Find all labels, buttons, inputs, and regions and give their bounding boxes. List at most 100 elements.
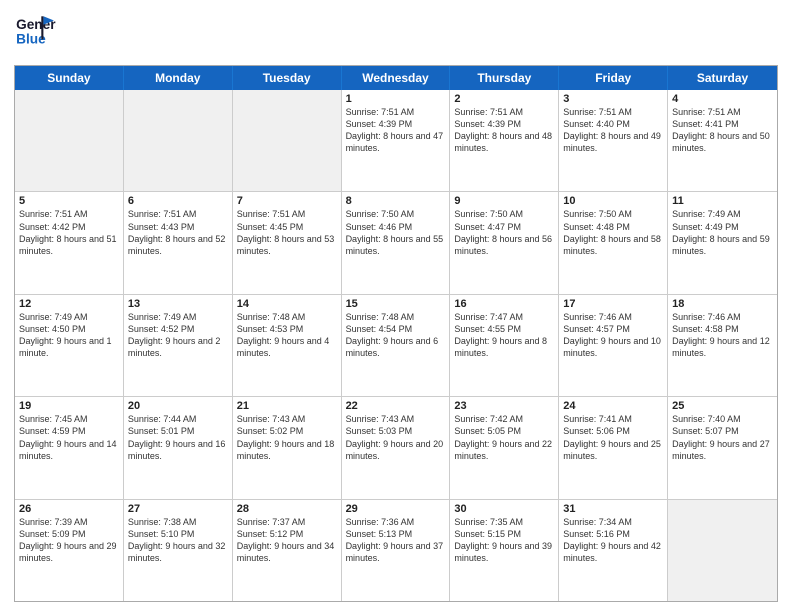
weekday-header: Wednesday [342,66,451,90]
calendar-body: 1Sunrise: 7:51 AM Sunset: 4:39 PM Daylig… [15,90,777,601]
calendar-cell: 30Sunrise: 7:35 AM Sunset: 5:15 PM Dayli… [450,500,559,601]
cell-info: Sunrise: 7:43 AM Sunset: 5:02 PM Dayligh… [237,413,337,462]
calendar-cell: 22Sunrise: 7:43 AM Sunset: 5:03 PM Dayli… [342,397,451,498]
cell-info: Sunrise: 7:37 AM Sunset: 5:12 PM Dayligh… [237,516,337,565]
day-number: 5 [19,195,119,207]
calendar-cell: 11Sunrise: 7:49 AM Sunset: 4:49 PM Dayli… [668,192,777,293]
calendar-cell: 14Sunrise: 7:48 AM Sunset: 4:53 PM Dayli… [233,295,342,396]
calendar-row: 26Sunrise: 7:39 AM Sunset: 5:09 PM Dayli… [15,500,777,601]
calendar: SundayMondayTuesdayWednesdayThursdayFrid… [14,65,778,602]
calendar-cell: 10Sunrise: 7:50 AM Sunset: 4:48 PM Dayli… [559,192,668,293]
day-number: 7 [237,195,337,207]
cell-info: Sunrise: 7:51 AM Sunset: 4:42 PM Dayligh… [19,208,119,257]
calendar-cell: 4Sunrise: 7:51 AM Sunset: 4:41 PM Daylig… [668,90,777,191]
weekday-header: Thursday [450,66,559,90]
cell-info: Sunrise: 7:49 AM Sunset: 4:50 PM Dayligh… [19,311,119,360]
calendar-cell: 26Sunrise: 7:39 AM Sunset: 5:09 PM Dayli… [15,500,124,601]
day-number: 29 [346,503,446,515]
calendar-cell: 21Sunrise: 7:43 AM Sunset: 5:02 PM Dayli… [233,397,342,498]
calendar-cell [233,90,342,191]
calendar-cell: 9Sunrise: 7:50 AM Sunset: 4:47 PM Daylig… [450,192,559,293]
cell-info: Sunrise: 7:51 AM Sunset: 4:39 PM Dayligh… [346,106,446,155]
calendar-cell: 1Sunrise: 7:51 AM Sunset: 4:39 PM Daylig… [342,90,451,191]
calendar-cell: 2Sunrise: 7:51 AM Sunset: 4:39 PM Daylig… [450,90,559,191]
calendar-cell [124,90,233,191]
day-number: 11 [672,195,773,207]
calendar-row: 12Sunrise: 7:49 AM Sunset: 4:50 PM Dayli… [15,295,777,397]
cell-info: Sunrise: 7:42 AM Sunset: 5:05 PM Dayligh… [454,413,554,462]
calendar-cell [668,500,777,601]
calendar-cell: 7Sunrise: 7:51 AM Sunset: 4:45 PM Daylig… [233,192,342,293]
day-number: 3 [563,93,663,105]
day-number: 24 [563,400,663,412]
calendar-cell: 29Sunrise: 7:36 AM Sunset: 5:13 PM Dayli… [342,500,451,601]
calendar-cell: 13Sunrise: 7:49 AM Sunset: 4:52 PM Dayli… [124,295,233,396]
cell-info: Sunrise: 7:51 AM Sunset: 4:45 PM Dayligh… [237,208,337,257]
cell-info: Sunrise: 7:48 AM Sunset: 4:54 PM Dayligh… [346,311,446,360]
cell-info: Sunrise: 7:50 AM Sunset: 4:47 PM Dayligh… [454,208,554,257]
calendar-cell: 23Sunrise: 7:42 AM Sunset: 5:05 PM Dayli… [450,397,559,498]
weekday-header: Saturday [668,66,777,90]
day-number: 30 [454,503,554,515]
day-number: 19 [19,400,119,412]
calendar-cell: 12Sunrise: 7:49 AM Sunset: 4:50 PM Dayli… [15,295,124,396]
calendar-row: 1Sunrise: 7:51 AM Sunset: 4:39 PM Daylig… [15,90,777,192]
calendar-cell [15,90,124,191]
page: General Blue SundayMondayTuesdayWednesda… [0,0,792,612]
day-number: 20 [128,400,228,412]
day-number: 1 [346,93,446,105]
cell-info: Sunrise: 7:46 AM Sunset: 4:57 PM Dayligh… [563,311,663,360]
day-number: 22 [346,400,446,412]
calendar-cell: 3Sunrise: 7:51 AM Sunset: 4:40 PM Daylig… [559,90,668,191]
day-number: 15 [346,298,446,310]
cell-info: Sunrise: 7:36 AM Sunset: 5:13 PM Dayligh… [346,516,446,565]
calendar-row: 5Sunrise: 7:51 AM Sunset: 4:42 PM Daylig… [15,192,777,294]
cell-info: Sunrise: 7:51 AM Sunset: 4:43 PM Dayligh… [128,208,228,257]
cell-info: Sunrise: 7:49 AM Sunset: 4:52 PM Dayligh… [128,311,228,360]
day-number: 17 [563,298,663,310]
cell-info: Sunrise: 7:48 AM Sunset: 4:53 PM Dayligh… [237,311,337,360]
calendar-cell: 15Sunrise: 7:48 AM Sunset: 4:54 PM Dayli… [342,295,451,396]
weekday-header: Sunday [15,66,124,90]
calendar-cell: 31Sunrise: 7:34 AM Sunset: 5:16 PM Dayli… [559,500,668,601]
calendar-cell: 27Sunrise: 7:38 AM Sunset: 5:10 PM Dayli… [124,500,233,601]
calendar-cell: 24Sunrise: 7:41 AM Sunset: 5:06 PM Dayli… [559,397,668,498]
cell-info: Sunrise: 7:41 AM Sunset: 5:06 PM Dayligh… [563,413,663,462]
day-number: 9 [454,195,554,207]
logo-icon: General Blue [14,10,56,57]
cell-info: Sunrise: 7:51 AM Sunset: 4:41 PM Dayligh… [672,106,773,155]
weekday-header: Monday [124,66,233,90]
calendar-cell: 25Sunrise: 7:40 AM Sunset: 5:07 PM Dayli… [668,397,777,498]
day-number: 10 [563,195,663,207]
cell-info: Sunrise: 7:46 AM Sunset: 4:58 PM Dayligh… [672,311,773,360]
cell-info: Sunrise: 7:51 AM Sunset: 4:39 PM Dayligh… [454,106,554,155]
calendar-cell: 19Sunrise: 7:45 AM Sunset: 4:59 PM Dayli… [15,397,124,498]
cell-info: Sunrise: 7:51 AM Sunset: 4:40 PM Dayligh… [563,106,663,155]
day-number: 31 [563,503,663,515]
day-number: 18 [672,298,773,310]
calendar-cell: 28Sunrise: 7:37 AM Sunset: 5:12 PM Dayli… [233,500,342,601]
weekday-header: Friday [559,66,668,90]
day-number: 2 [454,93,554,105]
day-number: 14 [237,298,337,310]
cell-info: Sunrise: 7:50 AM Sunset: 4:48 PM Dayligh… [563,208,663,257]
day-number: 16 [454,298,554,310]
calendar-row: 19Sunrise: 7:45 AM Sunset: 4:59 PM Dayli… [15,397,777,499]
day-number: 4 [672,93,773,105]
cell-info: Sunrise: 7:50 AM Sunset: 4:46 PM Dayligh… [346,208,446,257]
day-number: 27 [128,503,228,515]
day-number: 6 [128,195,228,207]
cell-info: Sunrise: 7:40 AM Sunset: 5:07 PM Dayligh… [672,413,773,462]
day-number: 21 [237,400,337,412]
weekday-header: Tuesday [233,66,342,90]
calendar-cell: 20Sunrise: 7:44 AM Sunset: 5:01 PM Dayli… [124,397,233,498]
calendar-header: SundayMondayTuesdayWednesdayThursdayFrid… [15,66,777,90]
cell-info: Sunrise: 7:45 AM Sunset: 4:59 PM Dayligh… [19,413,119,462]
cell-info: Sunrise: 7:35 AM Sunset: 5:15 PM Dayligh… [454,516,554,565]
cell-info: Sunrise: 7:43 AM Sunset: 5:03 PM Dayligh… [346,413,446,462]
calendar-cell: 18Sunrise: 7:46 AM Sunset: 4:58 PM Dayli… [668,295,777,396]
logo: General Blue [14,10,56,57]
cell-info: Sunrise: 7:38 AM Sunset: 5:10 PM Dayligh… [128,516,228,565]
cell-info: Sunrise: 7:44 AM Sunset: 5:01 PM Dayligh… [128,413,228,462]
calendar-cell: 17Sunrise: 7:46 AM Sunset: 4:57 PM Dayli… [559,295,668,396]
